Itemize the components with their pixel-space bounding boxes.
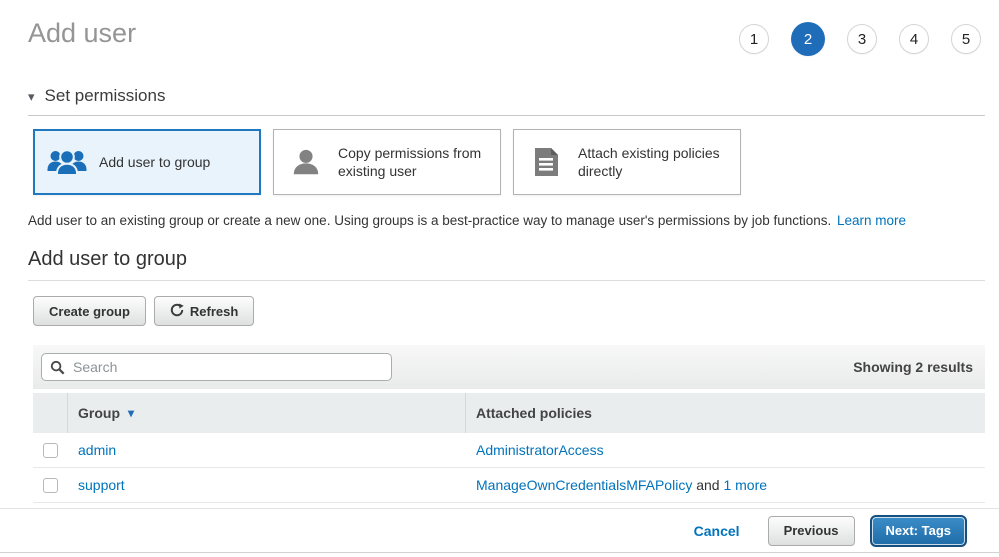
more-policies-link[interactable]: 1 more xyxy=(723,477,767,493)
set-permissions-section-header[interactable]: ▾ Set permissions xyxy=(28,86,985,116)
row-checkbox[interactable] xyxy=(43,478,58,493)
option-label: Copy permissions from existing user xyxy=(338,144,490,180)
policy-conjunction: and xyxy=(696,477,719,493)
step-4: 4 xyxy=(899,24,929,54)
column-header-attached-policies[interactable]: Attached policies xyxy=(466,393,985,433)
option-add-user-to-group[interactable]: Add user to group xyxy=(33,129,261,195)
row-checkbox[interactable] xyxy=(43,443,58,458)
header-checkbox-cell xyxy=(33,393,68,433)
section-divider xyxy=(28,280,985,281)
user-icon xyxy=(284,147,328,177)
search-box[interactable] xyxy=(41,353,392,381)
table-header-row: Group ▾ Attached policies xyxy=(33,393,985,433)
next-tags-button[interactable]: Next: Tags xyxy=(870,515,968,547)
table-row-support: support ManageOwnCredentialsMFAPolicy an… xyxy=(33,468,985,503)
table-row-admin: admin AdministratorAccess xyxy=(33,433,985,468)
group-section-title: Add user to group xyxy=(28,248,985,271)
document-icon xyxy=(524,147,568,177)
cancel-link[interactable]: Cancel xyxy=(694,523,740,539)
description-text: Add user to an existing group or create … xyxy=(28,213,831,228)
option-label: Add user to group xyxy=(99,153,210,171)
search-input[interactable] xyxy=(71,358,383,376)
option-attach-policies[interactable]: Attach existing policies directly xyxy=(513,129,741,195)
policy-link[interactable]: AdministratorAccess xyxy=(476,442,604,458)
option-label: Attach existing policies directly xyxy=(578,144,730,180)
section-description: Add user to an existing group or create … xyxy=(28,213,985,228)
results-count: Showing 2 results xyxy=(853,359,977,375)
step-2-current: 2 xyxy=(791,22,825,56)
collapse-caret-icon: ▾ xyxy=(28,90,35,103)
wizard-footer: Cancel Previous Next: Tags xyxy=(0,508,999,553)
group-link[interactable]: support xyxy=(78,477,125,493)
page-title: Add user xyxy=(28,16,136,50)
sort-desc-icon: ▾ xyxy=(128,406,134,420)
table-toolbar: Showing 2 results xyxy=(33,345,985,389)
create-group-button[interactable]: Create group xyxy=(33,296,146,326)
permission-options: Add user to group Copy permissions from … xyxy=(33,129,985,195)
page-header: Add user 1 2 3 4 5 xyxy=(0,0,999,56)
column-label-group: Group xyxy=(78,405,120,421)
policy-link[interactable]: ManageOwnCredentialsMFAPolicy xyxy=(476,477,692,493)
groups-table: Showing 2 results Group ▾ Attached polic… xyxy=(33,345,985,503)
group-link[interactable]: admin xyxy=(78,442,116,458)
step-3: 3 xyxy=(847,24,877,54)
user-group-icon xyxy=(45,148,89,176)
section-title: Set permissions xyxy=(45,86,166,106)
option-copy-permissions[interactable]: Copy permissions from existing user xyxy=(273,129,501,195)
previous-button[interactable]: Previous xyxy=(768,516,855,546)
refresh-label: Refresh xyxy=(190,304,238,319)
column-label-attached-policies: Attached policies xyxy=(476,405,592,421)
column-header-group[interactable]: Group ▾ xyxy=(68,393,466,433)
group-actions: Create group Refresh xyxy=(33,296,985,326)
search-icon xyxy=(50,360,65,375)
refresh-icon xyxy=(170,303,184,320)
step-5: 5 xyxy=(951,24,981,54)
learn-more-link[interactable]: Learn more xyxy=(837,213,906,228)
step-indicator: 1 2 3 4 5 xyxy=(739,22,981,56)
step-1: 1 xyxy=(739,24,769,54)
refresh-button[interactable]: Refresh xyxy=(154,296,254,326)
